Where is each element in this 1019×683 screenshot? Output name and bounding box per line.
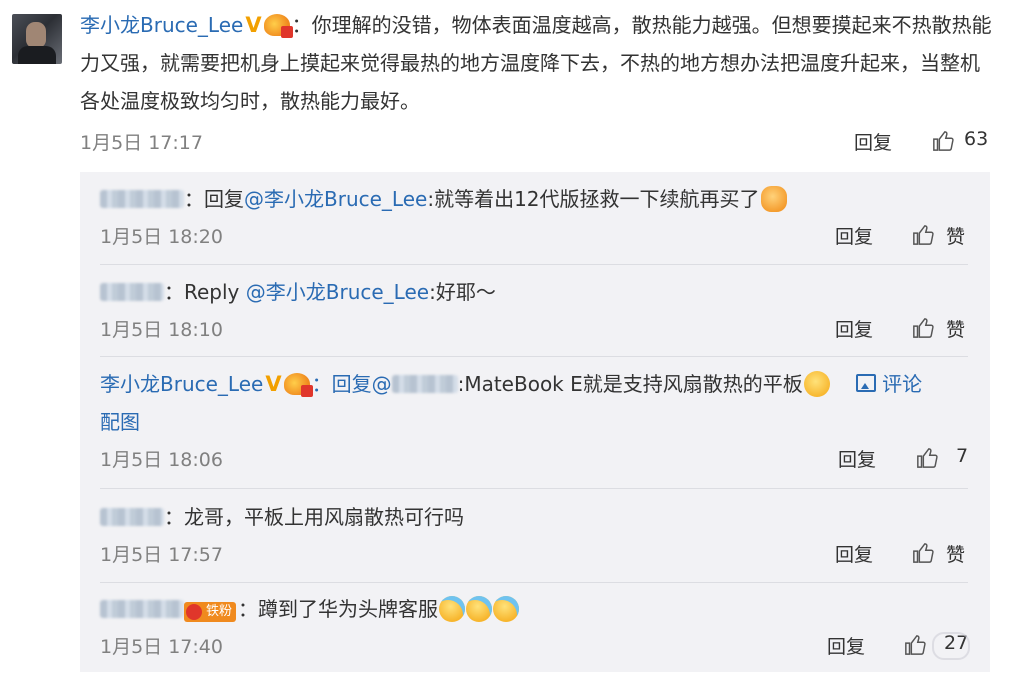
like-button[interactable]: 赞 [946, 222, 965, 249]
cry-emoji [466, 596, 493, 622]
reply-meta: 1月5日 18:06 回复 7 [100, 441, 968, 475]
vip-v-icon: V [245, 13, 262, 37]
blurred-username[interactable] [391, 375, 458, 393]
reply-meta: 1月5日 18:20 回复 赞 [100, 218, 968, 252]
smile-emoji [803, 371, 830, 397]
reply-prefix[interactable]: ：回复@ [312, 372, 392, 396]
reply-prefix: ：Reply [164, 280, 246, 304]
divider [100, 582, 968, 583]
reply-time: 1月5日 18:06 [100, 449, 223, 471]
reply-time: 1月5日 17:40 [100, 636, 223, 658]
reply-button[interactable]: 回复 [854, 128, 892, 155]
vip-v-icon: V [265, 372, 282, 396]
reply-prefix: ： [164, 505, 184, 529]
image-icon [856, 374, 877, 392]
like-count[interactable]: 63 [964, 128, 988, 150]
reply-text: :MateBook E就是支持风扇散热的平板 [457, 372, 803, 396]
blurred-username[interactable] [100, 283, 164, 301]
reply-text: 蹲到了华为头牌客服 [258, 597, 439, 621]
mention-link[interactable]: @李小龙Bruce_Lee [244, 187, 427, 211]
blurred-username[interactable] [100, 190, 184, 208]
replies-panel: ：回复@李小龙Bruce_Lee:就等着出12代版拯救一下续航再买了 1月5日 … [80, 172, 990, 672]
top-comment: 李小龙Bruce_LeeV ：你理解的没错，物体表面温度越高，散热能力越强。但想要… [80, 6, 995, 158]
blurred-username[interactable] [100, 600, 184, 618]
cat-emoji [760, 186, 787, 212]
reply-button[interactable]: 回复 [838, 445, 876, 472]
thumb-up-icon[interactable] [904, 634, 926, 656]
top-comment-body: 李小龙Bruce_LeeV ：你理解的没错，物体表面温度越高，散热能力越强。但想要… [80, 6, 995, 120]
fan-level-badge[interactable]: 铁粉 [184, 602, 237, 622]
cry-emoji [493, 596, 520, 622]
like-button[interactable]: 赞 [946, 540, 965, 567]
like-count[interactable]: 7 [956, 445, 968, 467]
reply-body: ：龙哥，平板上用风扇散热可行吗 [100, 498, 968, 536]
cry-emoji [439, 596, 466, 622]
mention-link[interactable]: @李小龙Bruce_Lee [246, 280, 429, 304]
reply-body: 李小龙Bruce_LeeV ：回复@:MateBook E就是支持风扇散热的平板 … [100, 365, 968, 441]
avatar-face [26, 22, 46, 48]
comment-image-link[interactable]: 评论 [856, 372, 922, 396]
reply-item: ：Reply @李小龙Bruce_Lee:好耶～ 1月5日 18:10 回复 赞 [100, 273, 968, 345]
author-avatar[interactable] [12, 14, 62, 64]
thumb-up-icon[interactable] [912, 542, 934, 564]
image-link[interactable]: 配图 [100, 410, 140, 434]
reply-button[interactable]: 回复 [835, 315, 873, 342]
watermark-logo [932, 632, 970, 660]
reply-author[interactable]: 李小龙Bruce_Lee [100, 372, 263, 396]
divider [100, 488, 968, 489]
reply-time: 1月5日 18:20 [100, 226, 223, 248]
reply-text: :好耶～ [429, 280, 496, 304]
reply-button[interactable]: 回复 [835, 222, 873, 249]
comment-link-label: 评论 [882, 372, 923, 396]
comment-time: 1月5日 17:17 [80, 132, 203, 154]
reply-body: ：Reply @李小龙Bruce_Lee:好耶～ [100, 273, 968, 311]
reply-body: ：回复@李小龙Bruce_Lee:就等着出12代版拯救一下续航再买了 [100, 180, 968, 218]
top-comment-author[interactable]: 李小龙Bruce_Lee [80, 13, 243, 37]
reply-meta: 1月5日 17:57 回复 赞 [100, 536, 968, 570]
reply-item: ：龙哥，平板上用风扇散热可行吗 1月5日 17:57 回复 赞 [100, 498, 968, 570]
reply-text: 龙哥，平板上用风扇散热可行吗 [184, 505, 464, 529]
reply-meta: 1月5日 17:40 回复 27 [100, 628, 968, 662]
reply-item: 铁粉 ：蹲到了华为头牌客服 1月5日 17:40 回复 27 [100, 590, 968, 662]
thumb-up-icon[interactable] [932, 130, 954, 152]
reply-body: 铁粉 ：蹲到了华为头牌客服 [100, 590, 968, 628]
fan-badge-icon[interactable] [263, 14, 293, 38]
divider [100, 356, 968, 357]
like-button[interactable]: 赞 [946, 315, 965, 342]
divider [100, 264, 968, 265]
reply-time: 1月5日 18:10 [100, 319, 223, 341]
reply-meta: 1月5日 18:10 回复 赞 [100, 311, 968, 345]
reply-text: :就等着出12代版拯救一下续航再买了 [427, 187, 760, 211]
reply-button[interactable]: 回复 [827, 632, 865, 659]
reply-time: 1月5日 17:57 [100, 544, 223, 566]
reply-prefix: ： [238, 597, 259, 621]
reply-prefix: ：回复 [184, 187, 244, 211]
reply-item: ：回复@李小龙Bruce_Lee:就等着出12代版拯救一下续航再买了 1月5日 … [100, 180, 968, 252]
blurred-username[interactable] [100, 508, 164, 526]
reply-button[interactable]: 回复 [835, 540, 873, 567]
thumb-up-icon[interactable] [916, 447, 938, 469]
thumb-up-icon[interactable] [912, 224, 934, 246]
avatar-suit [18, 46, 56, 64]
reply-item: 李小龙Bruce_LeeV ：回复@:MateBook E就是支持风扇散热的平板 … [100, 365, 968, 475]
top-comment-meta: 1月5日 17:17 回复 63 [80, 124, 995, 158]
fan-badge-icon[interactable] [283, 373, 313, 397]
thumb-up-icon[interactable] [912, 317, 934, 339]
